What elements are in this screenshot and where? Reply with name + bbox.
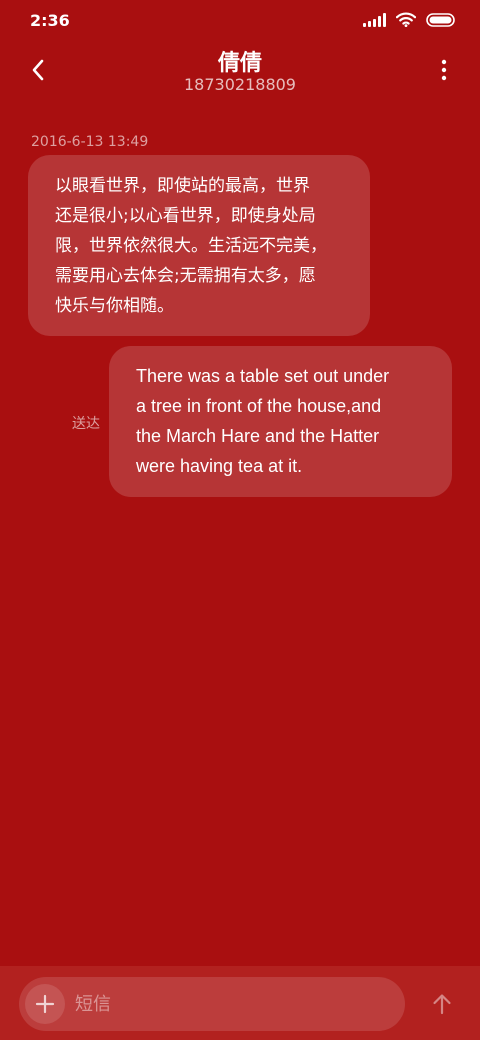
compose-field-container	[19, 977, 405, 1031]
sms-input[interactable]	[75, 977, 395, 1031]
conversation-header: 倩倩 18730218809	[0, 40, 480, 110]
incoming-message-bubble[interactable]: 以眼看世界，即使站的最高，世界 还是很小;以心看世界，即使身处局 限，世界依然很…	[28, 155, 370, 336]
plus-icon	[35, 994, 55, 1014]
add-attachment-button[interactable]	[25, 984, 65, 1024]
incoming-message-text: 以眼看世界，即使站的最高，世界 还是很小;以心看世界，即使身处局 限，世界依然很…	[55, 176, 327, 316]
wifi-icon	[396, 12, 416, 27]
send-button[interactable]	[426, 988, 458, 1020]
signal-icon	[363, 12, 386, 27]
more-vertical-icon	[441, 59, 447, 81]
message-timestamp: 2016-6-13 13:49	[31, 134, 149, 150]
status-icons	[363, 12, 456, 27]
more-options-button[interactable]	[430, 54, 458, 86]
delivery-status: 送达	[72, 416, 100, 432]
contact-name: 倩倩	[217, 51, 262, 76]
contact-phone-number: 18730218809	[184, 75, 296, 94]
status-bar: 2:36	[0, 0, 480, 40]
battery-icon	[426, 12, 456, 27]
status-time: 2:36	[30, 11, 70, 30]
outgoing-message-text: There was a table set out under a tree i…	[136, 366, 390, 476]
outgoing-message-bubble[interactable]: There was a table set out under a tree i…	[109, 346, 452, 497]
compose-bar	[0, 966, 480, 1040]
arrow-up-icon	[433, 994, 451, 1015]
sms-conversation-screen: 2:36 倩倩 18730218809 2016-6-13 13:49 以眼看世…	[0, 0, 480, 1040]
